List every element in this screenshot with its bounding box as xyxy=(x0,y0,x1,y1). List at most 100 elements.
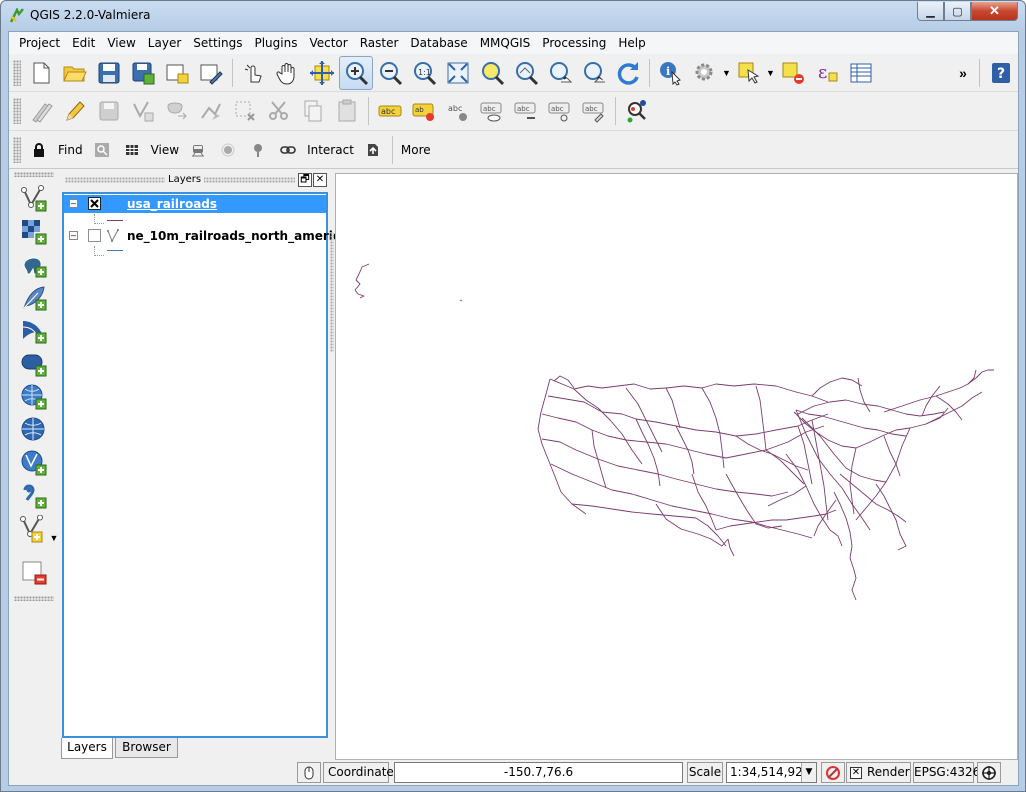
menu-raster[interactable]: Raster xyxy=(354,33,405,53)
lock-button[interactable] xyxy=(24,133,54,167)
new-shapefile-layer-button[interactable] xyxy=(19,514,49,544)
geosearch-button[interactable] xyxy=(620,94,654,128)
add-postgis-layer-button[interactable] xyxy=(19,250,49,280)
zoom-full-button[interactable] xyxy=(441,56,475,90)
point-button[interactable] xyxy=(213,133,243,167)
tab-browser[interactable]: Browser xyxy=(115,738,178,758)
remove-layer-button[interactable] xyxy=(19,558,49,588)
open-attribute-table-button[interactable] xyxy=(844,56,878,90)
layer-row-usa-railroads[interactable]: – usa_railroads xyxy=(64,195,326,213)
chevron-down-icon[interactable]: ▼ xyxy=(722,68,732,78)
node-tool-button[interactable] xyxy=(194,94,228,128)
zoom-in-button[interactable] xyxy=(339,55,373,90)
layer-tree[interactable]: – usa_railroads – ne_10m_railroads_north… xyxy=(62,192,348,738)
paste-features-button[interactable] xyxy=(330,94,364,128)
zoom-to-selection-button[interactable] xyxy=(475,56,509,90)
toolbar-overflow-button[interactable]: » xyxy=(951,56,975,90)
select-features-button[interactable] xyxy=(732,56,766,90)
tab-layers[interactable]: Layers xyxy=(61,738,113,759)
save-as-button[interactable] xyxy=(126,56,160,90)
select-by-expression-button[interactable]: ε xyxy=(810,56,844,90)
add-oracle-layer-button[interactable] xyxy=(19,349,49,379)
find-button[interactable] xyxy=(87,133,117,167)
float-panel-button[interactable]: 🗗 xyxy=(298,173,312,187)
add-mssql-layer-button[interactable] xyxy=(19,316,49,346)
more-label[interactable]: More xyxy=(397,143,435,157)
add-delimited-text-layer-button[interactable] xyxy=(19,481,49,511)
chevron-down-icon[interactable]: ▼ xyxy=(801,763,816,782)
add-wfs-layer-button[interactable] xyxy=(19,448,49,478)
chevron-down-icon[interactable]: ▼ xyxy=(766,68,776,78)
map-canvas[interactable] xyxy=(335,173,1018,760)
minimize-button[interactable]: ▁ xyxy=(917,2,944,21)
render-checkbox[interactable]: ✕ xyxy=(850,766,862,779)
refresh-button[interactable] xyxy=(611,56,645,90)
zoom-out-button[interactable] xyxy=(373,56,407,90)
collapse-icon[interactable]: – xyxy=(69,231,78,240)
current-edits-button[interactable] xyxy=(24,94,58,128)
stop-render-button[interactable] xyxy=(821,762,845,783)
collapse-icon[interactable]: – xyxy=(69,199,78,208)
touch-zoom-pan-button[interactable] xyxy=(237,56,271,90)
toolbar-grip[interactable] xyxy=(13,98,21,124)
toolbar-grip[interactable] xyxy=(14,596,54,601)
tram-button[interactable] xyxy=(183,133,213,167)
deselect-button[interactable] xyxy=(776,56,810,90)
add-feature-button[interactable] xyxy=(126,94,160,128)
layer-row-ne-10m-railroads[interactable]: – ne_10m_railroads_north_america xyxy=(64,227,348,245)
help-button[interactable]: ? xyxy=(984,56,1018,90)
new-project-button[interactable] xyxy=(24,56,58,90)
add-spatialite-layer-button[interactable] xyxy=(19,283,49,313)
open-project-button[interactable] xyxy=(58,56,92,90)
menu-vector[interactable]: Vector xyxy=(303,33,353,53)
render-toggle[interactable]: ✕ Render xyxy=(846,762,911,783)
splitter-grip[interactable] xyxy=(330,232,334,352)
close-button[interactable]: ✕ xyxy=(971,2,1018,21)
grid-button[interactable] xyxy=(117,133,147,167)
menu-view[interactable]: View xyxy=(101,33,141,53)
layer-visibility-checkbox[interactable] xyxy=(88,229,101,242)
menu-plugins[interactable]: Plugins xyxy=(248,33,303,53)
close-panel-button[interactable]: ✕ xyxy=(313,173,327,187)
menu-processing[interactable]: Processing xyxy=(536,33,612,53)
copy-features-button[interactable] xyxy=(296,94,330,128)
add-wcs-layer-button[interactable] xyxy=(19,415,49,445)
toolbar-grip[interactable] xyxy=(13,59,21,86)
rotate-label-button[interactable]: abc xyxy=(543,94,577,128)
menu-database[interactable]: Database xyxy=(404,33,473,53)
menu-layer[interactable]: Layer xyxy=(142,33,187,53)
menu-settings[interactable]: Settings xyxy=(187,33,248,53)
save-project-button[interactable] xyxy=(92,56,126,90)
maximize-button[interactable]: ▢ xyxy=(944,2,971,21)
pin-button[interactable] xyxy=(243,133,273,167)
upload-button[interactable] xyxy=(358,133,388,167)
layers-panel-title-bar[interactable]: Layers 🗗 ✕ xyxy=(61,172,331,190)
change-label-button[interactable]: abc xyxy=(577,94,611,128)
pan-to-selection-button[interactable] xyxy=(305,56,339,90)
zoom-last-button[interactable] xyxy=(543,56,577,90)
toolbar-grip[interactable] xyxy=(13,136,21,163)
crs-status-button[interactable]: EPSG:4326 xyxy=(913,762,980,783)
move-label-button[interactable]: abc xyxy=(509,94,543,128)
add-raster-layer-button[interactable] xyxy=(19,217,49,247)
menu-help[interactable]: Help xyxy=(612,33,651,53)
menu-mmqgis[interactable]: MMQGIS xyxy=(474,33,537,53)
pan-map-button[interactable] xyxy=(271,56,305,90)
menu-project[interactable]: Project xyxy=(13,33,66,53)
layer-visibility-checkbox[interactable] xyxy=(88,197,101,210)
zoom-next-button[interactable] xyxy=(577,56,611,90)
action-button[interactable] xyxy=(688,56,722,90)
add-wms-layer-button[interactable] xyxy=(19,382,49,412)
new-print-composer-button[interactable] xyxy=(160,56,194,90)
scale-combobox[interactable]: 1:34,514,920 ▼ xyxy=(726,762,817,783)
coordinate-field[interactable]: -150.7,76.6 xyxy=(394,762,683,783)
composer-manager-button[interactable] xyxy=(194,56,228,90)
highlight-pinned-labels-button[interactable]: ab xyxy=(407,94,441,128)
cut-features-button[interactable] xyxy=(262,94,296,128)
toggle-editing-button[interactable] xyxy=(58,94,92,128)
add-vector-layer-button[interactable] xyxy=(19,184,49,214)
link-button[interactable] xyxy=(273,133,303,167)
projection-button[interactable] xyxy=(977,762,1001,783)
zoom-actual-size-button[interactable]: 1:1 xyxy=(407,56,441,90)
move-feature-button[interactable] xyxy=(160,94,194,128)
